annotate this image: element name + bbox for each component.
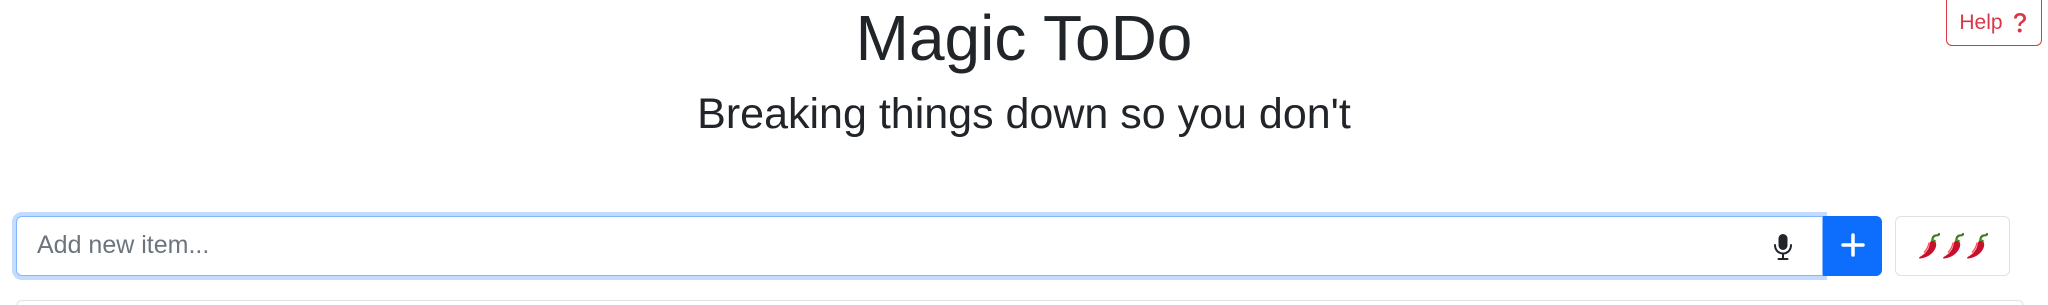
chili-pepper-icon — [1966, 232, 1988, 259]
add-item-button[interactable] — [1823, 216, 1882, 276]
chili-pepper-icon — [1942, 232, 1964, 259]
spiciness-button[interactable] — [1895, 216, 2010, 276]
app-page: Help Magic ToDo Breaking things down so … — [0, 0, 2048, 305]
page-title: Magic ToDo — [855, 2, 1193, 74]
chili-pepper-icon — [1918, 232, 1940, 259]
page-subtitle: Breaking things down so you don't — [697, 90, 1351, 138]
new-item-row — [16, 216, 2024, 276]
new-item-input[interactable] — [17, 217, 1757, 274]
todo-list-container — [16, 300, 2024, 305]
plus-icon — [1840, 232, 1865, 260]
microphone-icon[interactable] — [1772, 233, 1794, 261]
new-item-field-wrapper — [16, 216, 1823, 276]
